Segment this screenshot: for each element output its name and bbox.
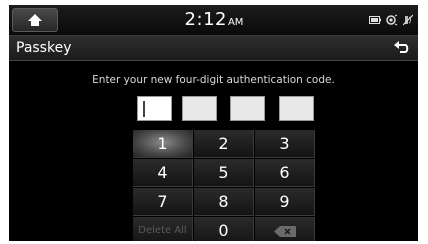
backspace-icon [274, 226, 296, 237]
key-9[interactable]: 9 [255, 188, 315, 216]
code-digit-3[interactable] [230, 96, 265, 121]
key-8[interactable]: 8 [194, 188, 254, 216]
status-icons [369, 14, 413, 26]
key-4[interactable]: 4 [133, 159, 193, 187]
mute-icon [403, 14, 413, 26]
text-cursor [143, 101, 145, 117]
code-digit-4[interactable] [279, 96, 314, 121]
title-bar: Passkey [9, 35, 418, 61]
clock: 2:12AM [159, 8, 269, 32]
key-7[interactable]: 7 [133, 188, 193, 216]
key-1[interactable]: 1 [133, 130, 193, 158]
battery-icon [369, 16, 381, 24]
key-5[interactable]: 5 [194, 159, 254, 187]
key-0[interactable]: 0 [194, 217, 254, 241]
back-button[interactable] [389, 39, 415, 57]
page-title: Passkey [16, 40, 72, 56]
key-2[interactable]: 2 [194, 130, 254, 158]
code-digit-2[interactable] [182, 96, 217, 121]
instruction-text: Enter your new four-digit authentication… [92, 74, 335, 86]
signal-icon [386, 14, 398, 26]
home-button[interactable] [12, 8, 58, 32]
key-6[interactable]: 6 [255, 159, 315, 187]
back-icon [394, 41, 409, 53]
clock-ampm: AM [227, 17, 244, 28]
delete-all-button[interactable]: Delete All [133, 217, 193, 241]
backspace-button[interactable] [255, 217, 315, 241]
status-bar: 2:12AM [9, 5, 418, 35]
code-digit-1[interactable] [137, 96, 172, 121]
numeric-keypad: 1 2 3 4 5 6 7 8 9 Delete All 0 [133, 130, 316, 241]
clock-time: 2:12 [184, 9, 227, 30]
screen: 2:12AM Passkey Enter your new four-digit… [9, 5, 418, 241]
home-icon [28, 14, 42, 26]
key-3[interactable]: 3 [255, 130, 315, 158]
